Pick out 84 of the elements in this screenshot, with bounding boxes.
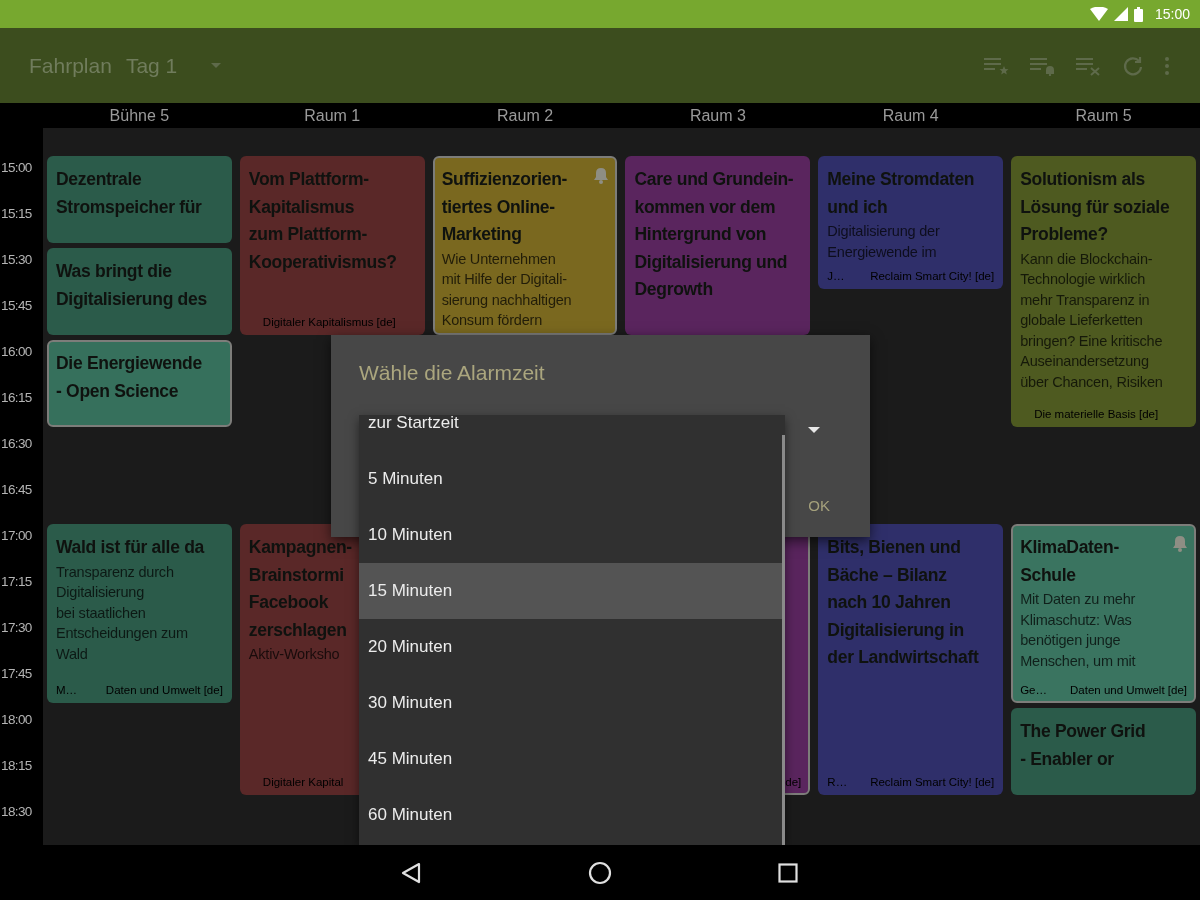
dialog-title: Wähle die Alarmzeit	[359, 361, 545, 385]
room-header: Raum 2	[496, 106, 555, 125]
event-speaker: Ge…	[1020, 684, 1047, 696]
app-title: Fahrplan	[29, 53, 112, 78]
room-header: Raum 5	[1074, 106, 1133, 125]
event-card[interactable]: Meine Stromdaten und ich Digitalisierung der Energiewende im J… Reclaim Smart City! [de]	[818, 156, 1004, 289]
time-label: 15:15	[0, 205, 33, 223]
dropdown-option[interactable]: 5 Minuten	[359, 451, 785, 507]
event-card[interactable]: The Power Grid - Enabler or	[1011, 708, 1196, 795]
dropdown-option[interactable]: zur Startzeit	[359, 415, 785, 451]
event-title: Die Energiewende - Open Science	[56, 352, 202, 403]
event-description: Transparenz durch Digitalisierung bei staatlichen Entscheidungen zum Wald	[56, 562, 188, 664]
event-card[interactable]	[1011, 156, 1196, 427]
event-title: The Power Grid - Enabler or	[1020, 720, 1146, 771]
time-label: 16:15	[0, 389, 33, 407]
event-speaker: J…	[827, 270, 845, 282]
event-card[interactable]: Die Energiewende - Open Science	[47, 340, 232, 427]
event-description: Digitalisierung der Energiewende im	[827, 222, 940, 262]
event-card[interactable]: Vom Plattform- Kapitalismus zum Plattform- Kooperativismus? Digitaler Kapitalismus [de]	[239, 156, 425, 335]
event-title: Solutionism als Lösung für soziale Probleme?	[1020, 168, 1170, 246]
event-title: Suffizienzorien- tiertes Online- Marketing	[441, 168, 568, 246]
list-cross-icon[interactable]	[1076, 55, 1102, 76]
room-header: Raum 1	[303, 106, 362, 125]
event-track: Die materielle Basis [de]	[1034, 408, 1159, 420]
time-label: 16:45	[0, 481, 33, 499]
time-label: 17:30	[0, 619, 33, 637]
time-label: 15:30	[0, 251, 33, 269]
refresh-icon[interactable]	[1122, 54, 1144, 77]
event-track: Digitaler Kapitalismus [de]	[262, 316, 396, 328]
ok-button[interactable]: OK	[804, 493, 834, 518]
more-icon[interactable]	[1164, 55, 1170, 76]
event-title: Care und Grundein- kommen vor dem Hintergrund von Digitalisierung und Degrowth	[634, 168, 794, 301]
event-track: Digitaler Kapital	[262, 776, 344, 788]
event-speaker: M…	[56, 684, 78, 696]
event-title: Meine Stromdaten und ich	[827, 168, 975, 219]
signal-icon	[1113, 7, 1128, 21]
time-label: 16:30	[0, 435, 33, 453]
event-card[interactable]: Bits, Bienen und Bäche – Bilanz nach 10 Jahren Digitalisierung in der Landwirtschaft R… Reclaim Smart City! [de]	[818, 524, 1004, 795]
event-title: Dezentrale Stromspeicher für	[56, 168, 202, 219]
event-title: Wald ist für alle da	[56, 536, 204, 559]
dropdown-arrow-icon[interactable]	[808, 427, 820, 434]
event-track: de]	[785, 776, 802, 788]
event-description: Kann die Blockchain- Technologie wirklich mehr Transparenz in globale Lieferketten bringen? Eine kritische Auseinandersetzung über Chancen, Risiken	[1020, 249, 1163, 392]
event-card[interactable]: Was bringt die Digitalisierung des	[47, 248, 232, 335]
time-label: 18:30	[0, 803, 33, 821]
wifi-icon	[1089, 7, 1108, 21]
event-title: KlimaDaten- Schule	[1020, 536, 1119, 587]
event-title: Kampagnen- Brainstormi Facebook zerschlagen	[248, 536, 352, 642]
event-track: Daten und Umwelt [de]	[105, 684, 223, 696]
day-selector[interactable]: Tag 1	[125, 53, 222, 78]
battery-icon	[1133, 6, 1143, 22]
time-label: 17:45	[0, 665, 33, 683]
time-label: 17:15	[0, 573, 33, 591]
time-label: 15:00	[0, 159, 33, 177]
room-header: Raum 4	[881, 106, 940, 125]
time-label: 15:45	[0, 297, 33, 315]
event-title: Vom Plattform- Kapitalismus zum Plattform- Kooperativismus?	[248, 168, 397, 274]
event-title: Bits, Bienen und Bäche – Bilanz nach 10 Jahren Digitalisierung in der Landwirtschaft	[827, 536, 979, 669]
event-description: Aktiv-Worksho	[248, 645, 340, 664]
time-label: 18:00	[0, 711, 33, 729]
dropdown-option[interactable]: 15 Minuten	[359, 563, 785, 619]
event-track: Daten und Umwelt [de]	[1070, 684, 1187, 696]
event-track: Reclaim Smart City! [de]	[870, 776, 995, 788]
event-title: Was bringt die Digitalisierung des	[56, 260, 207, 311]
event-card[interactable]: Wald ist für alle da Transparenz durch Digitalisierung bei staatlichen Entscheidungen zum Wald M… Daten und Umwelt [de]	[47, 524, 232, 703]
room-header: Raum 3	[688, 106, 747, 125]
event-card[interactable]: Suffizienzorien- tiertes Online- Marketing Wie Unternehmen mit Hilfe der Digitali- sierung nachhaltigen Konsum fördern	[432, 156, 618, 335]
event-card[interactable]: Dezentrale Stromspeicher für	[47, 156, 232, 243]
home-icon[interactable]	[588, 860, 612, 885]
event-track: Reclaim Smart City! [de]	[870, 270, 995, 282]
event-speaker: R…	[827, 776, 848, 788]
list-bell-icon[interactable]	[1030, 55, 1056, 76]
time-label: 16:00	[0, 343, 33, 361]
room-header: Bühne 5	[108, 106, 171, 125]
caret-icon	[211, 62, 222, 69]
time-label: 18:15	[0, 757, 33, 775]
event-description: Mit Daten zu mehr Klimaschutz: Was benötigen junge Menschen, um mit	[1020, 590, 1136, 671]
recents-icon[interactable]	[778, 862, 798, 883]
list-star-icon[interactable]	[984, 55, 1010, 76]
back-icon[interactable]	[400, 861, 422, 884]
clock-time: 15:00	[1154, 6, 1190, 22]
event-card[interactable]: KlimaDaten- Schule Mit Daten zu mehr Klimaschutz: Was benötigen junge Menschen, um mit Ge… Daten und Umwelt [de]	[1011, 524, 1196, 703]
time-label: 17:00	[0, 527, 33, 545]
event-description: Wie Unternehmen mit Hilfe der Digitali- sierung nachhaltigen Konsum fördern	[441, 249, 572, 330]
